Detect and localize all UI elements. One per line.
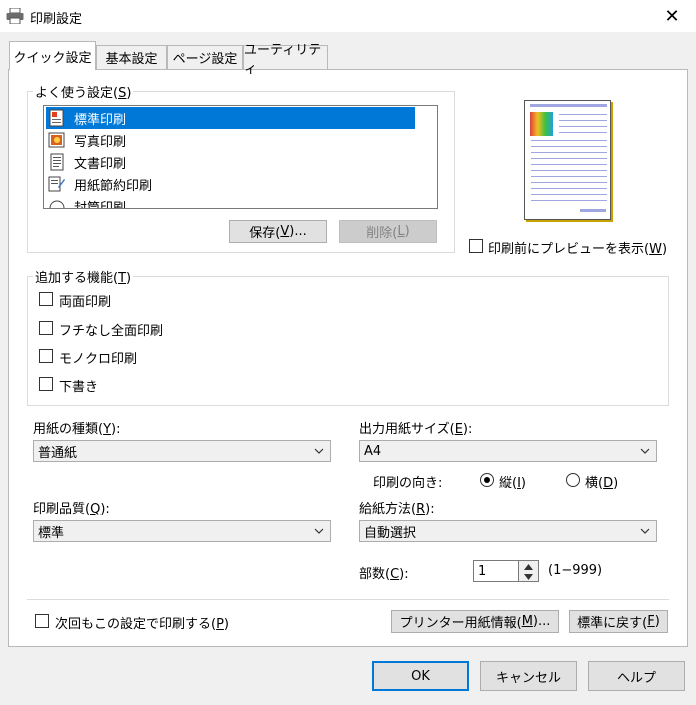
document-print-icon — [50, 153, 64, 171]
always-print-label[interactable]: 次回もこの設定で印刷する(P) — [55, 613, 229, 632]
delete-button[interactable]: 削除(L) — [339, 220, 437, 243]
close-button[interactable]: ✕ — [648, 0, 696, 32]
chevron-down-icon — [640, 448, 650, 454]
list-item-label: 写真印刷 — [74, 134, 127, 150]
landscape-label[interactable]: 横(D) — [585, 472, 618, 491]
output-size-select[interactable]: A4 — [359, 440, 657, 462]
media-type-select[interactable]: 普通紙 — [33, 440, 331, 462]
preview-footer-line — [580, 209, 606, 212]
tab-label: ユーティリティ — [244, 42, 322, 77]
paper-saving-icon — [48, 176, 65, 192]
help-button[interactable]: ヘルプ — [588, 661, 685, 691]
chevron-down-icon — [314, 448, 324, 454]
spin-down-icon[interactable] — [523, 573, 534, 581]
list-item-document[interactable]: 文書印刷 — [46, 151, 415, 173]
title-bar — [0, 0, 696, 32]
paper-source-select[interactable]: 自動選択 — [359, 520, 657, 542]
favorites-group-label: よく使う設定(S) — [33, 82, 134, 101]
tab-label: クイック設定 — [13, 50, 92, 66]
copies-range: (1−999) — [548, 563, 603, 578]
envelope-print-icon — [49, 200, 65, 208]
output-size-label: 出力用紙サイズ(E): — [359, 422, 473, 437]
print-quality-label: 印刷品質(Q): — [33, 502, 110, 517]
list-item-label: 文書印刷 — [74, 156, 127, 172]
preview-before-print-checkbox[interactable] — [469, 239, 483, 253]
tab-page-setup[interactable]: ページ設定 — [167, 45, 243, 69]
window-title: 印刷設定 — [30, 12, 83, 27]
list-item-label: 用紙節約印刷 — [74, 178, 153, 194]
tab-quick-settings[interactable]: クイック設定 — [9, 41, 96, 70]
borderless-checkbox[interactable] — [39, 321, 53, 335]
tab-basic-settings[interactable]: 基本設定 — [96, 45, 167, 69]
tab-label: ページ設定 — [172, 52, 238, 67]
borderless-label[interactable]: フチなし全面印刷 — [59, 320, 163, 339]
duplex-label[interactable]: 両面印刷 — [59, 291, 111, 310]
close-icon: ✕ — [664, 5, 680, 27]
features-group — [27, 276, 669, 406]
print-quality-select[interactable]: 標準 — [33, 520, 331, 542]
chevron-down-icon — [640, 528, 650, 534]
list-item-label: 封筒印刷 — [74, 200, 127, 209]
chevron-down-icon — [314, 528, 324, 534]
preview-image-block — [530, 112, 553, 136]
always-print-checkbox[interactable] — [35, 614, 49, 628]
standard-print-icon — [49, 109, 64, 127]
printer-media-info-button[interactable]: プリンター用紙情報(M)... — [391, 610, 559, 633]
favorites-listbox[interactable]: 標準印刷 写真印刷 文書印刷 用紙節約印刷 封筒印刷 ▲ ▼ — [43, 105, 438, 209]
spin-up-icon[interactable] — [523, 563, 534, 571]
orientation-label: 印刷の向き: — [373, 476, 443, 491]
tab-utility[interactable]: ユーティリティ — [243, 43, 328, 77]
photo-print-icon — [48, 132, 65, 148]
landscape-radio[interactable] — [566, 473, 580, 487]
reset-defaults-button[interactable]: 標準に戻す(F) — [569, 610, 668, 633]
features-group-label: 追加する機能(T) — [33, 267, 134, 286]
preview-header-line — [530, 104, 607, 107]
media-type-label: 用紙の種類(Y): — [33, 422, 121, 437]
cancel-button[interactable]: キャンセル — [480, 661, 577, 691]
preview-before-print-label[interactable]: 印刷前にプレビューを表示(W) — [488, 238, 667, 257]
draft-checkbox[interactable] — [39, 377, 53, 391]
draft-label[interactable]: 下書き — [59, 376, 98, 395]
list-item-standard[interactable]: 標準印刷 — [46, 107, 415, 129]
portrait-label[interactable]: 縦(I) — [499, 472, 526, 491]
save-button[interactable]: 保存(V)... — [229, 220, 327, 243]
monochrome-label[interactable]: モノクロ印刷 — [59, 348, 137, 367]
printer-icon — [6, 8, 24, 24]
list-item-label: 標準印刷 — [74, 112, 127, 128]
paper-source-value: 自動選択 — [364, 525, 417, 541]
page-preview — [524, 100, 611, 220]
paper-source-label: 給紙方法(R): — [359, 502, 435, 517]
portrait-radio[interactable] — [480, 473, 494, 487]
ok-button[interactable]: OK — [372, 661, 469, 691]
list-item-envelope[interactable]: 封筒印刷 — [46, 195, 415, 209]
output-size-value: A4 — [364, 443, 382, 459]
duplex-checkbox[interactable] — [39, 292, 53, 306]
media-type-value: 普通紙 — [38, 445, 78, 461]
monochrome-checkbox[interactable] — [39, 349, 53, 363]
list-item-photo[interactable]: 写真印刷 — [46, 129, 415, 151]
print-quality-value: 標準 — [38, 525, 65, 541]
copies-spinner[interactable] — [519, 560, 539, 582]
separator — [27, 599, 669, 600]
tab-label: 基本設定 — [105, 52, 158, 67]
list-item-paper-saving[interactable]: 用紙節約印刷 — [46, 173, 415, 195]
copies-label: 部数(C): — [359, 567, 409, 582]
copies-input[interactable]: 1 — [473, 560, 519, 582]
